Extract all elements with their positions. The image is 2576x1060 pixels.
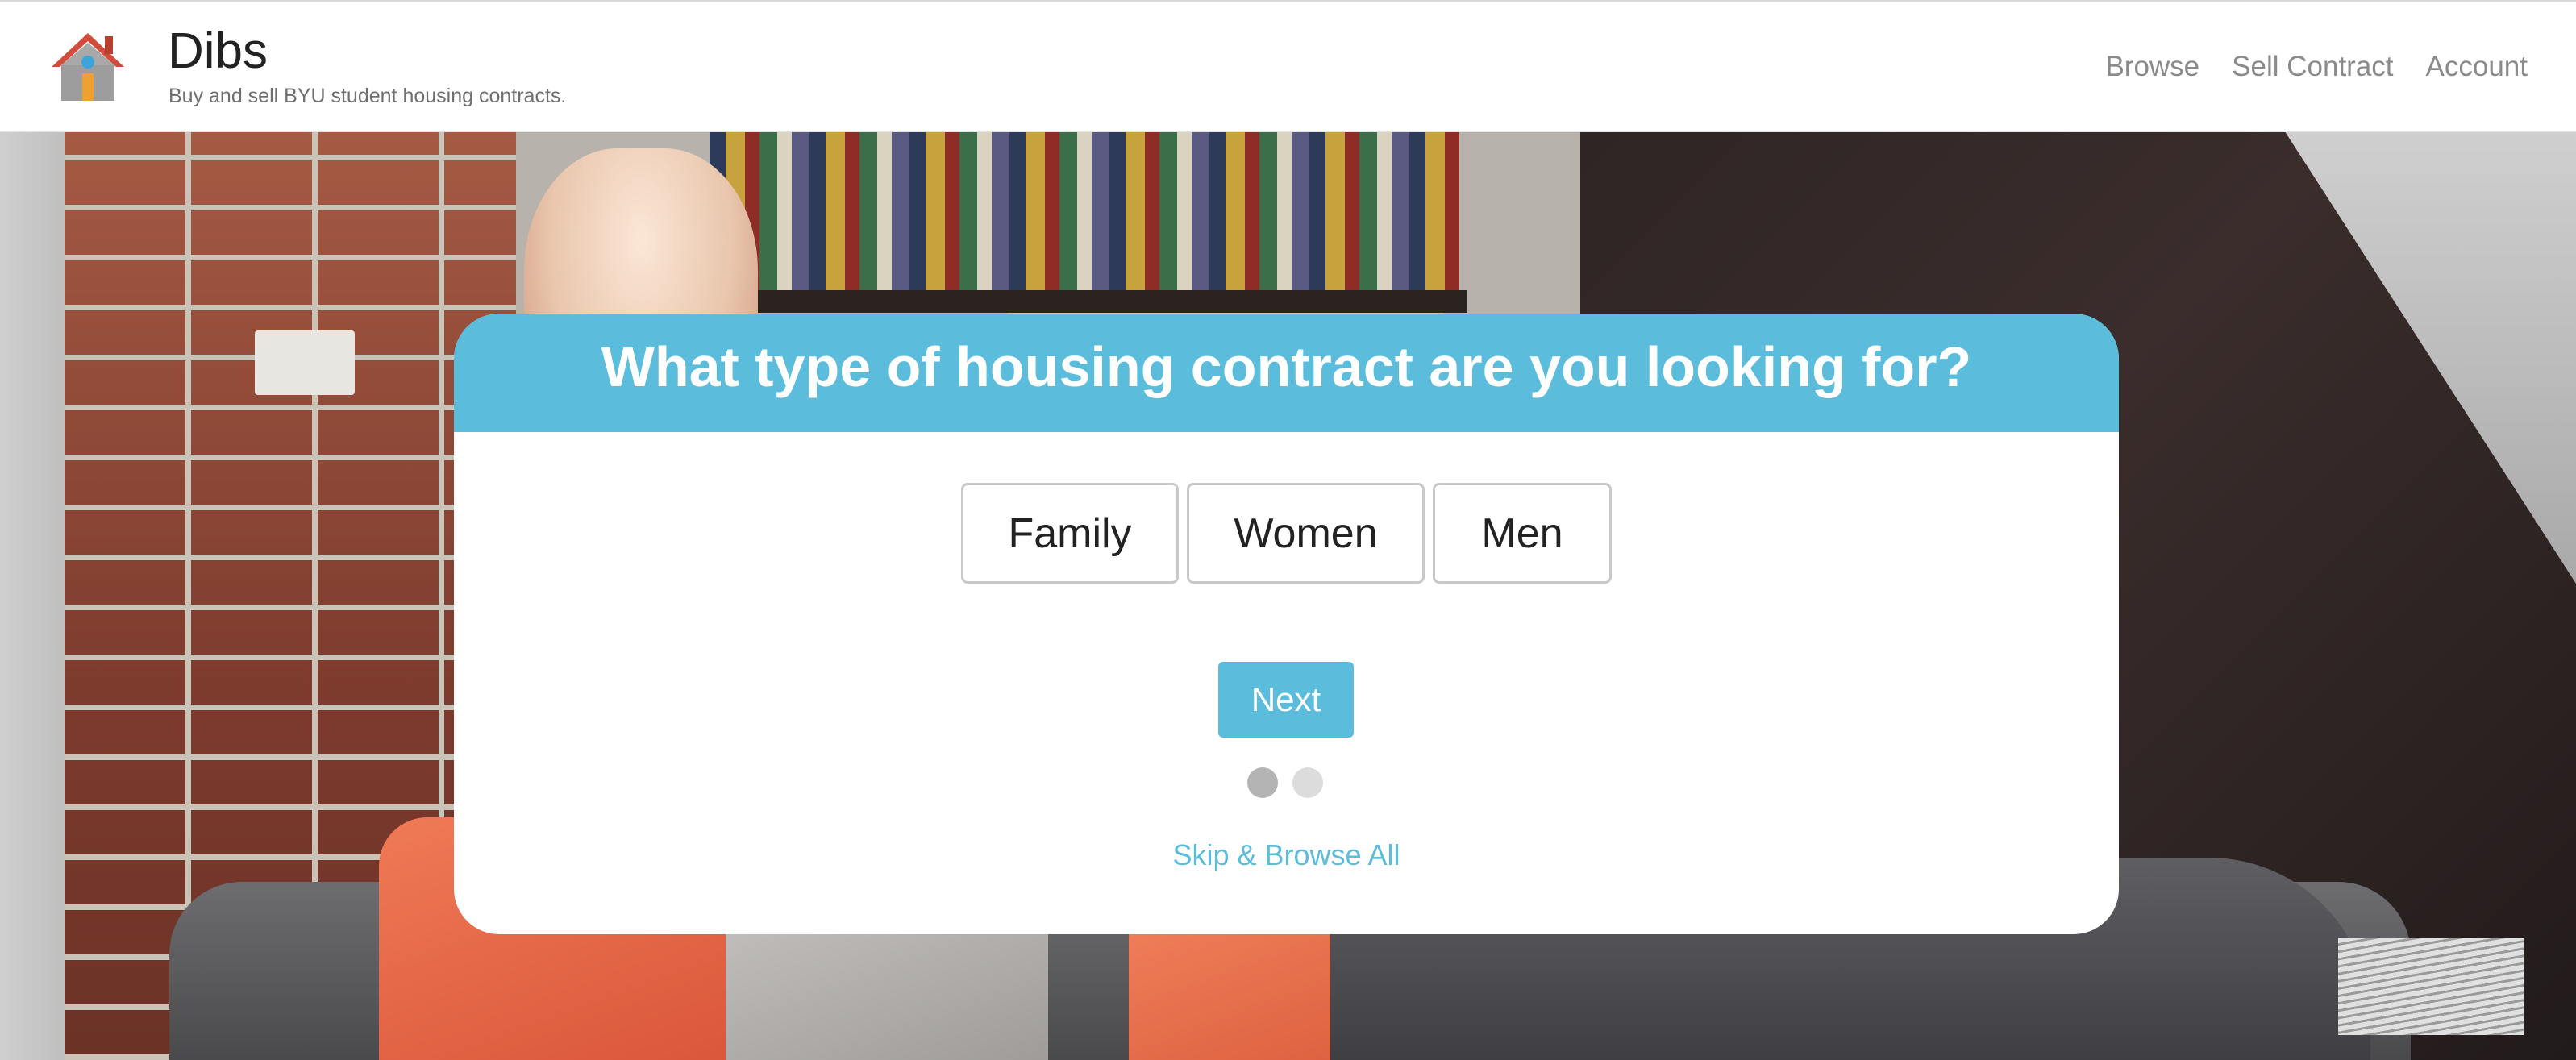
step-dot-2[interactable]: [1292, 767, 1323, 798]
housing-type-card: What type of housing contract are you lo…: [454, 314, 2119, 934]
card-title: What type of housing contract are you lo…: [601, 335, 1972, 398]
shelf-board: [693, 290, 1467, 313]
nav-account-link[interactable]: Account: [2426, 52, 2528, 81]
magazine-stack: [2338, 938, 2524, 1035]
site-header: Dibs Buy and sell BYU student housing co…: [0, 0, 2576, 132]
wall-decor: [0, 132, 73, 1060]
nav-browse-link[interactable]: Browse: [2105, 52, 2199, 81]
main-nav: Browse Sell Contract Account: [2105, 52, 2528, 81]
site-tagline: Buy and sell BYU student housing contrac…: [169, 85, 567, 107]
step-indicator: [1247, 767, 1323, 798]
house-icon[interactable]: [48, 30, 127, 102]
card-header: What type of housing contract are you lo…: [454, 314, 2119, 432]
option-men-button[interactable]: Men: [1433, 483, 1612, 584]
site-title[interactable]: Dibs: [168, 27, 268, 77]
light-switch: [255, 330, 355, 395]
nav-sell-contract-link[interactable]: Sell Contract: [2232, 52, 2393, 81]
housing-type-options: Family Women Men: [454, 483, 2119, 584]
option-family-button[interactable]: Family: [961, 483, 1179, 584]
skip-browse-all-link[interactable]: Skip & Browse All: [454, 841, 2119, 870]
bookshelf: [710, 132, 1459, 310]
step-dot-1[interactable]: [1247, 767, 1278, 798]
option-women-button[interactable]: Women: [1187, 483, 1425, 584]
next-button[interactable]: Next: [1218, 662, 1354, 738]
